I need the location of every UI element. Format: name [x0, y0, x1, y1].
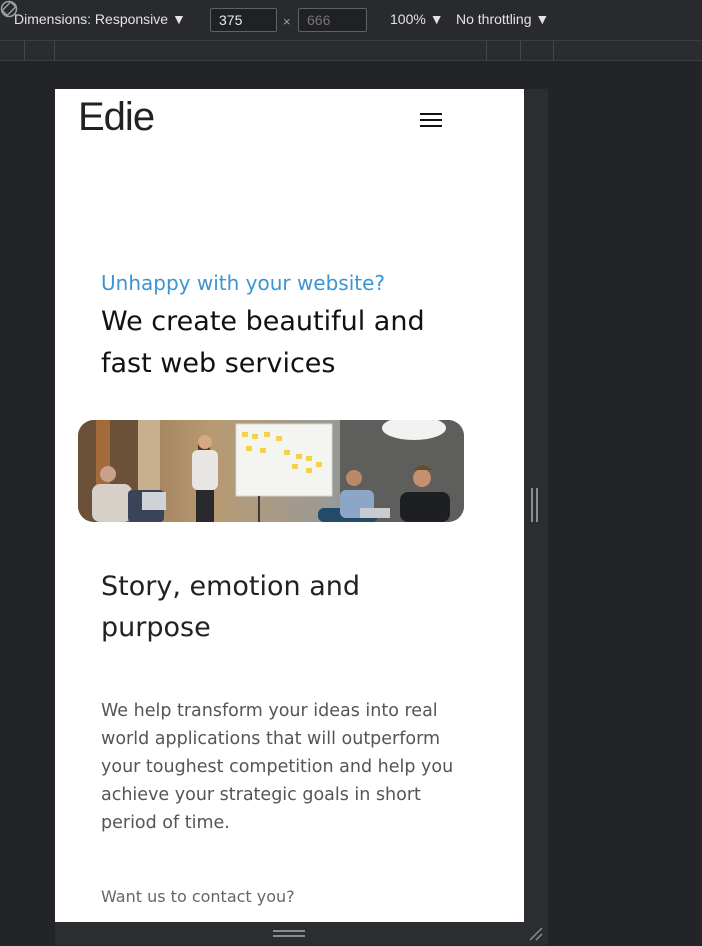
throttling-dropdown[interactable]: No throttling ▼ — [456, 11, 549, 27]
viewport-height-input[interactable] — [298, 8, 367, 32]
team-meeting-photo — [78, 420, 464, 522]
hero-subtitle: Unhappy with your website? — [101, 271, 386, 295]
section-body: We help transform your ideas into real w… — [101, 701, 454, 833]
site-logo[interactable]: Edie — [78, 95, 155, 140]
hero-headline: We create beautiful and fast web service… — [101, 306, 425, 379]
emulated-page: Edie Unhappy with your website? We creat… — [55, 89, 524, 922]
devtools-device-toolbar: Dimensions: Responsive ▼ × 100% ▼ No thr… — [0, 0, 702, 41]
dimensions-dropdown[interactable]: Dimensions: Responsive ▼ — [14, 11, 186, 27]
hamburger-menu-icon[interactable] — [420, 111, 442, 129]
zoom-dropdown[interactable]: 100% ▼ — [390, 11, 444, 27]
dimensions-separator: × — [283, 14, 291, 29]
resize-width-handle[interactable] — [531, 488, 539, 522]
resize-height-handle[interactable] — [273, 930, 305, 938]
media-query-bar — [0, 41, 702, 61]
contact-link[interactable]: Want us to contact you? — [101, 887, 295, 906]
section-title: Story, emotion and purpose — [101, 571, 361, 643]
viewport-width-input[interactable] — [210, 8, 277, 32]
resize-corner-handle[interactable] — [528, 926, 544, 942]
